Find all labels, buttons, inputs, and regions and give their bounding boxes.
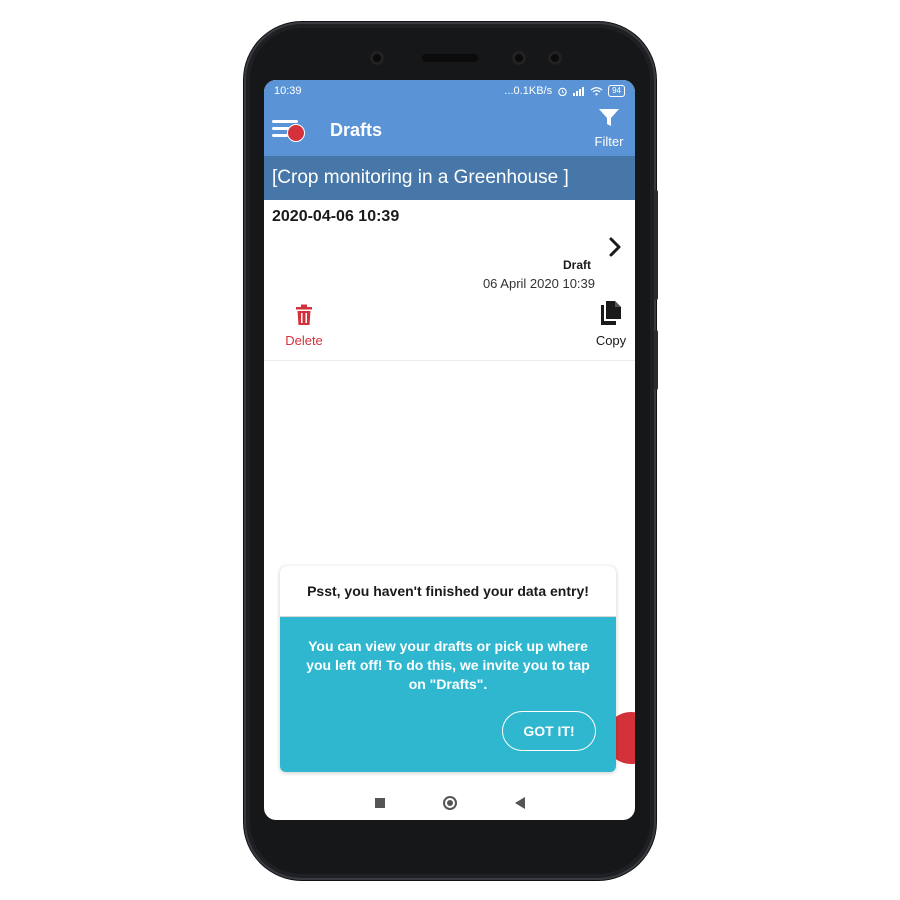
status-time: 10:39 — [274, 85, 302, 97]
notification-dot — [287, 124, 305, 142]
onboarding-tooltip: Psst, you haven't finished your data ent… — [280, 566, 616, 772]
draft-list-item[interactable]: 2020-04-06 10:39 Draft 06 April 2020 10:… — [264, 200, 635, 361]
back-icon[interactable] — [514, 797, 525, 809]
app-bar: Drafts Filter — [264, 102, 635, 156]
signal-icon — [573, 87, 585, 96]
copy-label: Copy — [595, 333, 627, 348]
tooltip-message: You can view your drafts or pick up wher… — [306, 638, 590, 692]
screen: 10:39 ...0.1KB/s 94 Drafts Filter [Crop … — [264, 80, 635, 820]
filter-label: Filter — [594, 134, 624, 149]
copy-button[interactable]: Copy — [593, 300, 629, 348]
draft-date: 06 April 2020 10:39 — [482, 276, 595, 291]
copy-icon — [601, 301, 621, 325]
project-title-bar: [Crop monitoring in a Greenhouse ] — [264, 156, 635, 200]
volume-button — [654, 190, 658, 300]
sensor — [512, 51, 526, 65]
filter-button[interactable]: Filter — [591, 108, 627, 149]
system-nav-bar — [264, 786, 635, 820]
home-icon[interactable] — [442, 796, 457, 810]
menu-icon[interactable] — [272, 118, 306, 144]
filter-icon — [599, 109, 619, 126]
page-title: Drafts — [330, 120, 383, 140]
got-it-button[interactable]: GOT IT! — [502, 711, 596, 751]
draft-status: Draft — [562, 258, 591, 272]
draft-datetime: 2020-04-06 10:39 — [272, 208, 400, 225]
tooltip-title: Psst, you haven't finished your data ent… — [280, 566, 616, 617]
delete-label: Delete — [285, 333, 323, 348]
wifi-icon — [590, 87, 603, 96]
recents-icon[interactable] — [374, 798, 385, 808]
power-button — [654, 330, 658, 390]
front-camera — [370, 51, 384, 65]
chevron-right-icon[interactable] — [607, 236, 623, 258]
status-indicators: ...0.1KB/s 94 — [504, 85, 625, 97]
trash-icon — [296, 304, 312, 325]
network-speed: ...0.1KB/s — [504, 85, 553, 97]
battery-indicator: 94 — [608, 85, 625, 97]
delete-button[interactable]: Delete — [284, 304, 324, 348]
earpiece-speaker — [422, 54, 478, 62]
sensor — [548, 51, 562, 65]
status-bar: 10:39 ...0.1KB/s 94 — [264, 80, 635, 102]
alarm-icon — [558, 87, 567, 96]
